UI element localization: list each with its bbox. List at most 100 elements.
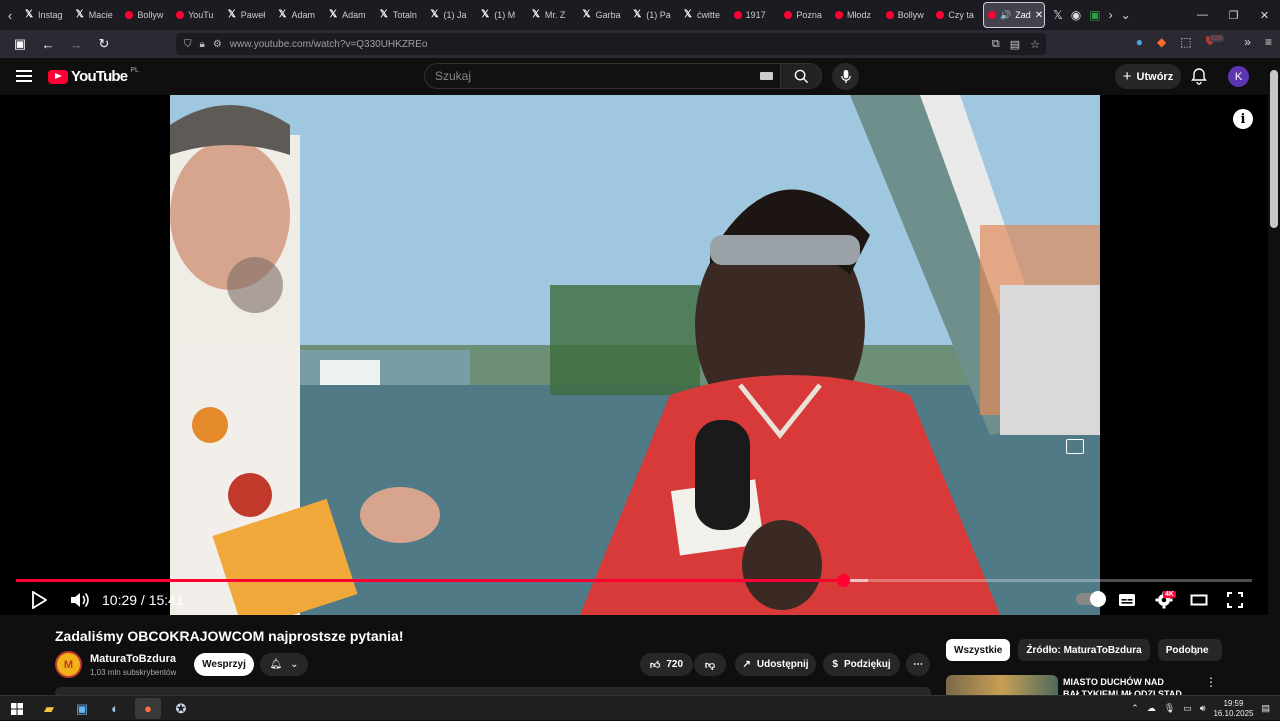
tab[interactable]: 1917	[730, 2, 781, 28]
chip-similar[interactable]: Podobne	[1157, 639, 1222, 661]
video-frame[interactable]	[170, 95, 1100, 615]
recommendation-thumbnail[interactable]	[946, 675, 1058, 695]
tab[interactable]: 𝕏 Instag	[20, 2, 71, 28]
reload-icon[interactable]: ↻	[92, 32, 116, 56]
tab-scroll-left-icon[interactable]: ‹	[0, 0, 20, 30]
tray-chevron-icon[interactable]: ⌃	[1131, 703, 1139, 714]
bookmark-star-icon[interactable]: ☆	[1030, 38, 1040, 51]
speaker-tray-icon[interactable]: 🔊︎	[1200, 703, 1206, 714]
url-text[interactable]: www.youtube.com/watch?v=Q330UHKZREo	[230, 39, 428, 50]
tab[interactable]: 𝕏 Paweł	[223, 2, 274, 28]
tab[interactable]: 𝕏ćwitte	[679, 2, 730, 28]
notifications-icon[interactable]: ▤	[1261, 703, 1270, 714]
tab-active[interactable]: 🔊 Zad ✕	[983, 2, 1046, 28]
scrollbar-thumb[interactable]	[1270, 70, 1278, 228]
shield-icon[interactable]: ⛉	[184, 39, 192, 50]
close-tab-icon[interactable]: ✕	[1035, 10, 1043, 21]
channel-name[interactable]: MaturaToBzdura	[90, 653, 176, 665]
fox-ext-icon[interactable]: ◆	[1157, 35, 1166, 49]
voice-search-button[interactable]	[832, 63, 859, 90]
chips-next-icon[interactable]: ›	[1194, 645, 1198, 659]
pip-icon[interactable]: ⧉	[992, 38, 1000, 51]
autoplay-toggle[interactable]	[1076, 591, 1106, 607]
tab[interactable]: 𝕏 (1) M	[476, 2, 527, 28]
progress-bar[interactable]	[16, 574, 1252, 587]
record-icon[interactable]: ◉	[1071, 8, 1081, 22]
like-button[interactable]: 👍︎ 720	[640, 653, 693, 676]
page-scrollbar[interactable]	[1268, 58, 1280, 695]
scrubber-handle[interactable]	[836, 574, 850, 587]
video-player[interactable]: i 10:29 / 15:41 4K	[0, 95, 1268, 615]
chip-all[interactable]: Wszystkie	[946, 639, 1011, 661]
more-actions-button[interactable]: ⋯	[906, 653, 930, 676]
menu-icon[interactable]: ≡	[1265, 35, 1272, 49]
green-ext-icon[interactable]: ▣	[1089, 8, 1100, 22]
channel-avatar[interactable]: M	[55, 651, 82, 678]
back-icon[interactable]: ←	[36, 32, 60, 56]
tab[interactable]: YouTu	[172, 2, 223, 28]
ublock-icon[interactable]: ⛊226	[1206, 34, 1231, 49]
subtitles-button[interactable]	[1116, 588, 1138, 612]
hamburger-menu-icon[interactable]	[16, 70, 32, 82]
lock-icon[interactable]: 🔒︎	[200, 39, 205, 50]
subscription-bell-button[interactable]: 🔔︎ ⌄	[260, 653, 308, 676]
tab[interactable]: 𝕏 Adam	[324, 2, 375, 28]
steam-icon[interactable]: ◐	[102, 698, 128, 719]
play-button[interactable]	[28, 588, 50, 612]
close-window-icon[interactable]: ✕	[1249, 0, 1280, 30]
tab[interactable]: 𝕏 (1) Pa	[628, 2, 679, 28]
theater-mode-button[interactable]	[1188, 588, 1210, 612]
volume-button[interactable]	[68, 588, 92, 612]
monitor-app-icon[interactable]: ▣	[69, 698, 95, 719]
info-icon[interactable]: i	[1233, 109, 1253, 129]
microphone-tray-icon[interactable]: 🎙︎	[1164, 703, 1175, 714]
miniplayer-icon[interactable]	[1066, 439, 1084, 454]
chip-source[interactable]: Źródło: MaturaToBzdura	[1018, 639, 1150, 661]
vpn-icon[interactable]: ●	[1136, 35, 1143, 49]
network-icon[interactable]: ▭	[1183, 703, 1192, 714]
fullscreen-button[interactable]	[1224, 588, 1246, 612]
dislike-button[interactable]: 👎︎	[694, 653, 726, 676]
speaker-icon[interactable]: 🔊	[1000, 10, 1011, 21]
tab[interactable]: Czy ta	[932, 2, 983, 28]
tab[interactable]: 𝕏 Adam	[273, 2, 324, 28]
x-tab-icon[interactable]: 𝕏	[1053, 8, 1063, 22]
description-box[interactable]	[55, 687, 931, 695]
forward-icon[interactable]: →	[64, 32, 88, 56]
onedrive-icon[interactable]: ☁	[1147, 703, 1156, 714]
tab[interactable]: 𝕏 Garba	[578, 2, 629, 28]
extensions-icon[interactable]: ⬚	[1180, 35, 1191, 49]
start-button[interactable]	[4, 698, 30, 719]
tab[interactable]: 𝕏 (1) Ja	[426, 2, 477, 28]
recommendation-menu-icon[interactable]: ⋮	[1205, 675, 1217, 689]
firefox-taskbar-icon[interactable]: ●	[135, 698, 161, 719]
maximize-icon[interactable]: ❐	[1218, 0, 1249, 30]
minimize-icon[interactable]: —	[1187, 0, 1218, 30]
overflow-chevrons-icon[interactable]: »	[1244, 35, 1251, 49]
notifications-bell-icon[interactable]	[1190, 67, 1208, 85]
tab[interactable]: 𝕏 Mr. Z	[527, 2, 578, 28]
sidebar-toggle-icon[interactable]: ▣	[8, 32, 32, 56]
keyboard-icon[interactable]	[760, 72, 773, 80]
tab[interactable]: Bollyw	[121, 2, 172, 28]
search-input[interactable]: Szukaj	[424, 63, 788, 89]
tab[interactable]: 𝕏 Macie	[71, 2, 122, 28]
tab[interactable]: Pozna	[780, 2, 831, 28]
share-button[interactable]: ↗ Udostępnij	[735, 653, 816, 676]
search-button[interactable]	[780, 63, 822, 89]
create-button[interactable]: + Utwórz	[1115, 64, 1181, 89]
thanks-button[interactable]: $ Podziękuj	[823, 653, 900, 676]
tab[interactable]: Młodz	[831, 2, 882, 28]
file-explorer-icon[interactable]: ▰	[36, 698, 62, 719]
tab-list-dropdown-icon[interactable]: ⌄	[1121, 8, 1131, 22]
support-button[interactable]: Wesprzyj	[194, 653, 254, 676]
tab[interactable]: Bollyw	[882, 2, 933, 28]
youtube-logo[interactable]: YouTube PL	[48, 67, 139, 85]
reader-icon[interactable]: ▤	[1010, 38, 1020, 51]
tab-scroll-right-icon[interactable]: ›	[1109, 8, 1113, 22]
account-avatar[interactable]: K	[1228, 66, 1249, 87]
address-bar[interactable]: ⛉ 🔒︎ ⚙ www.youtube.com/watch?v=Q330UHKZR…	[176, 33, 1046, 55]
permissions-icon[interactable]: ⚙	[213, 39, 222, 50]
tab[interactable]: 𝕏 Totaln	[375, 2, 426, 28]
app-taskbar-icon[interactable]: ✪	[168, 698, 194, 719]
